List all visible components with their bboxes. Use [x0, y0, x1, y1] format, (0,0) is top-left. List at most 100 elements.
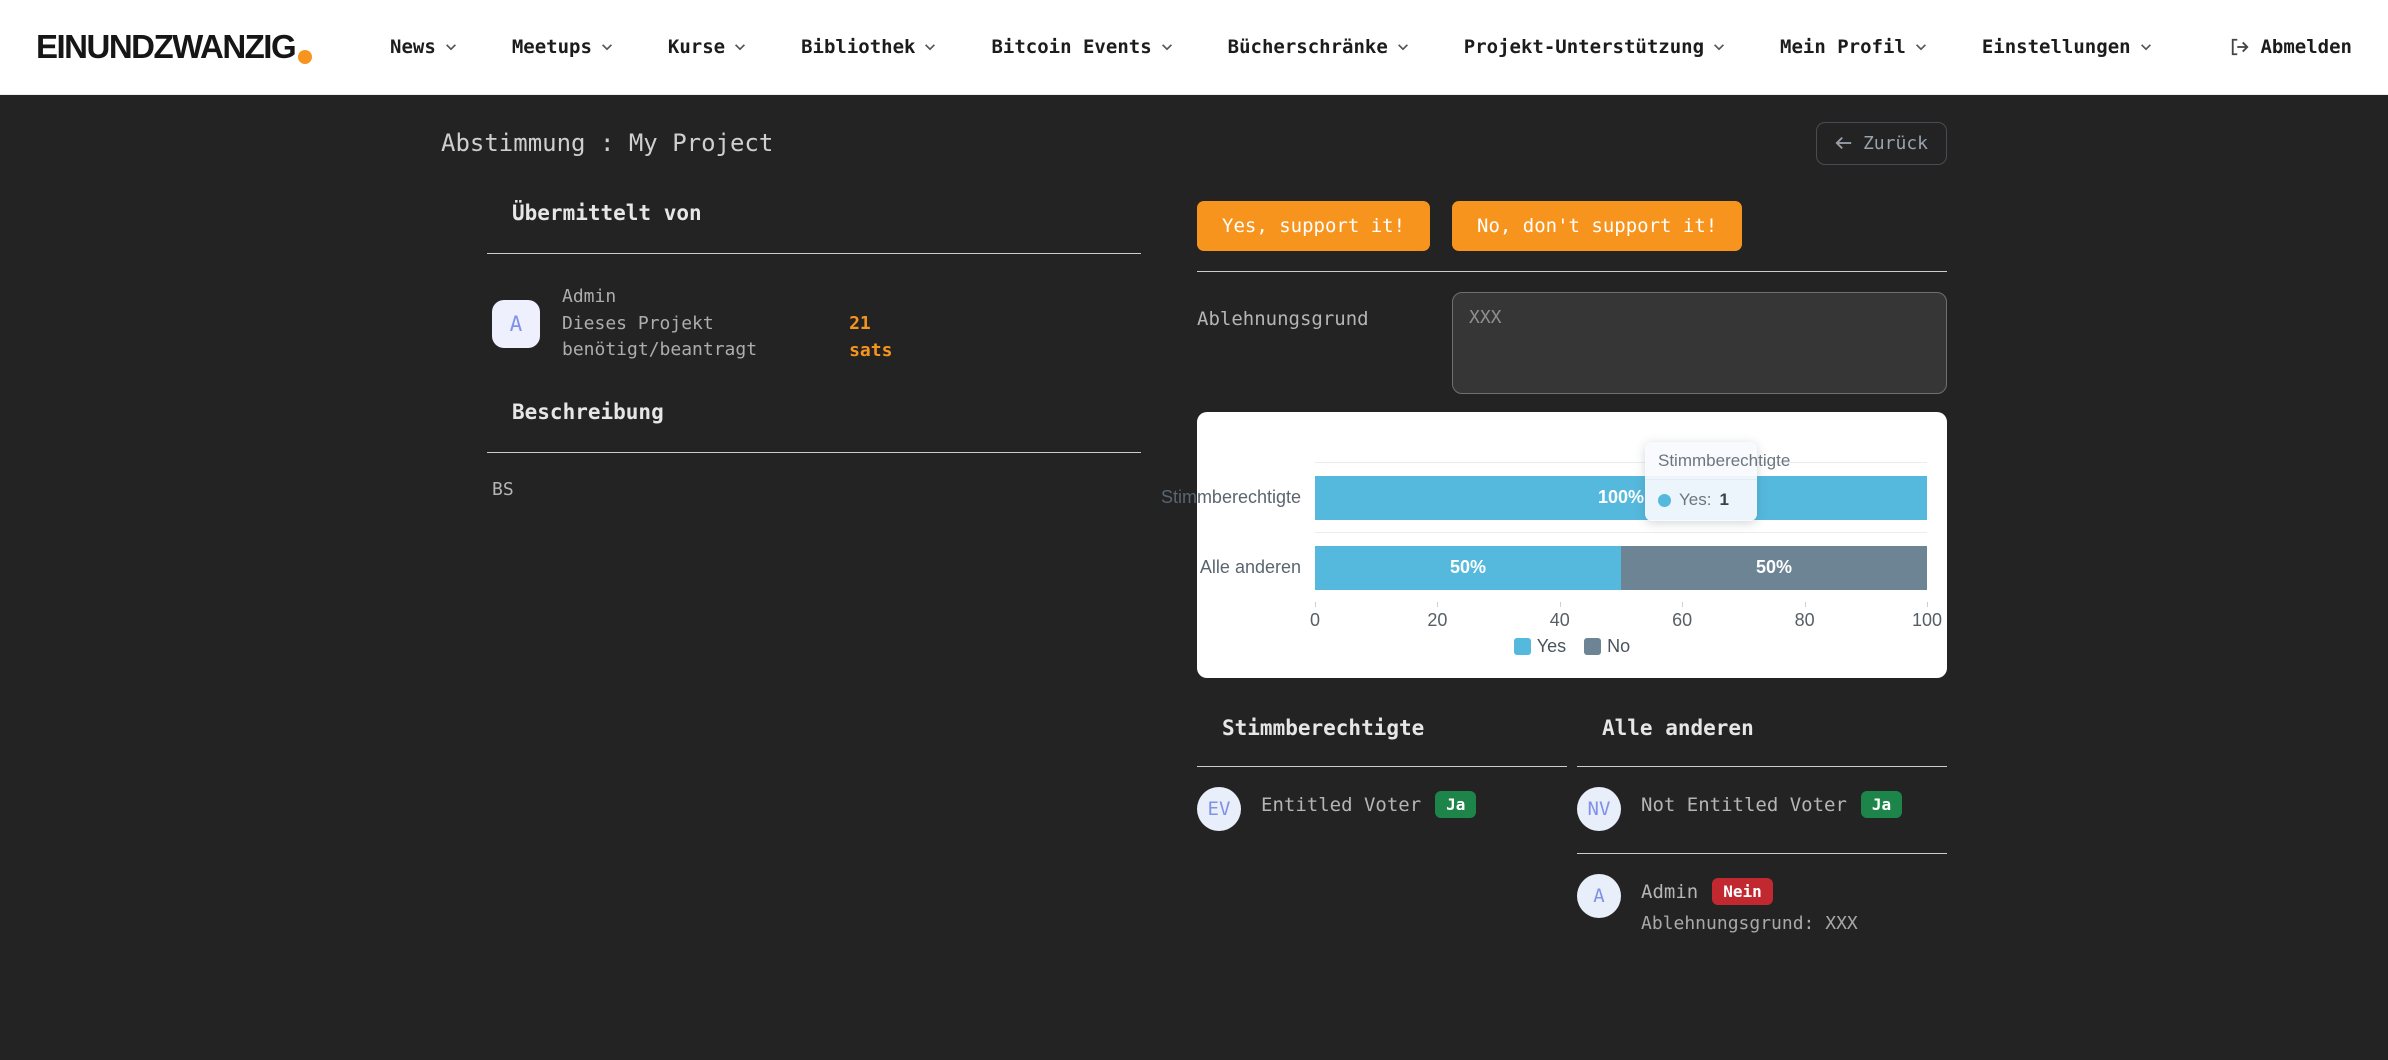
vote-no-button[interactable]: No, don't support it! — [1452, 201, 1742, 251]
voter-name: Entitled Voter — [1261, 794, 1421, 816]
nav-label: Kurse — [668, 36, 725, 58]
chevron-down-icon — [733, 40, 747, 54]
rejection-reason-input[interactable] — [1452, 292, 1947, 394]
avatar: A — [492, 300, 540, 348]
nav-item-kurse[interactable]: Kurse — [668, 36, 747, 58]
divider — [1577, 766, 1947, 767]
chart-tooltip: Stimmberechtigte Yes: 1 — [1645, 442, 1757, 521]
vote-badge-yes: Ja — [1435, 791, 1476, 818]
x-axis-tick: 60 — [1672, 610, 1692, 631]
other-voters-heading: Alle anderen — [1577, 716, 1947, 740]
nav-label: Mein Profil — [1780, 36, 1906, 58]
legend-label: No — [1607, 636, 1630, 657]
tooltip-value: 1 — [1719, 490, 1728, 510]
page-title: Abstimmung : My Project — [441, 129, 773, 157]
chevron-down-icon — [1914, 40, 1928, 54]
vote-yes-button[interactable]: Yes, support it! — [1197, 201, 1430, 251]
top-navbar: EINUNDZWANZIG News Meetups Kurse Bibliot… — [0, 0, 2388, 95]
bar-category-label: Alle anderen — [1197, 532, 1315, 602]
nav-label: Bibliothek — [801, 36, 915, 58]
back-button-label: Zurück — [1863, 133, 1928, 154]
chevron-down-icon — [1396, 40, 1410, 54]
voter-info: Not Entitled Voter Ja — [1641, 787, 1902, 831]
legend-swatch-icon — [1514, 638, 1531, 655]
project-details-panel: Übermittelt von A Admin Dieses Projekt b… — [441, 175, 1141, 956]
logout-label: Abmelden — [2260, 36, 2352, 58]
x-axis-tick: 40 — [1550, 610, 1570, 631]
voter-lists: Stimmberechtigte EV Entitled Voter Ja — [1197, 716, 1947, 956]
nav-item-projekt-unterstuetzung[interactable]: Projekt-Unterstützung — [1464, 36, 1726, 58]
voter-row: EV Entitled Voter Ja — [1197, 787, 1567, 853]
voter-name: Admin — [1641, 881, 1698, 903]
back-arrow-icon — [1835, 136, 1853, 150]
chevron-down-icon — [600, 40, 614, 54]
bar-row-alle-anderen: Alle anderen 50%50% — [1197, 532, 1947, 602]
legend-swatch-icon — [1584, 638, 1601, 655]
rejection-reason-label: Ablehnungsgrund — [1197, 292, 1452, 394]
divider — [1197, 271, 1947, 272]
nav-label: News — [390, 36, 436, 58]
chevron-down-icon — [923, 40, 937, 54]
chevron-down-icon — [444, 40, 458, 54]
chart-legend: Yes No — [1197, 636, 1947, 657]
nav-item-news[interactable]: News — [390, 36, 458, 58]
chevron-down-icon — [1160, 40, 1174, 54]
logout-button[interactable]: Abmelden — [2230, 36, 2352, 58]
amount-value: 21 — [849, 311, 892, 338]
divider — [1197, 766, 1567, 767]
vote-badge-yes: Ja — [1861, 791, 1902, 818]
bar-segment-yes[interactable]: 50% — [1315, 546, 1621, 590]
entitled-voters-column: Stimmberechtigte EV Entitled Voter Ja — [1197, 716, 1567, 956]
submitter-row: A Admin Dieses Projekt benötigt/beantrag… — [492, 284, 1141, 364]
x-axis-tick: 0 — [1310, 610, 1320, 631]
chevron-down-icon — [2139, 40, 2153, 54]
nav-item-meetups[interactable]: Meetups — [512, 36, 614, 58]
avatar: NV — [1577, 787, 1621, 831]
entitled-voters-heading: Stimmberechtigte — [1197, 716, 1567, 740]
nav-item-bibliothek[interactable]: Bibliothek — [801, 36, 937, 58]
voter-info: Entitled Voter Ja — [1261, 787, 1476, 831]
nav-item-bitcoin-events[interactable]: Bitcoin Events — [991, 36, 1173, 58]
x-axis-tick: 80 — [1795, 610, 1815, 631]
nav-label: Einstellungen — [1982, 36, 2131, 58]
legend-item-yes[interactable]: Yes — [1514, 636, 1566, 657]
nav-label: Projekt-Unterstützung — [1464, 36, 1704, 58]
legend-label: Yes — [1537, 636, 1566, 657]
x-axis-tick: 100 — [1912, 610, 1942, 631]
tooltip-title: Stimmberechtigte — [1645, 442, 1757, 480]
tooltip-series-label: Yes: — [1679, 490, 1711, 510]
main-nav: News Meetups Kurse Bibliothek Bitcoin Ev… — [312, 36, 2230, 58]
bar-segment-no[interactable]: 50% — [1621, 546, 1927, 590]
chevron-down-icon — [1712, 40, 1726, 54]
bar-track: 50%50% — [1315, 532, 1927, 602]
divider — [487, 253, 1141, 254]
rejection-reason-row: Ablehnungsgrund — [1197, 292, 1947, 394]
description-heading: Beschreibung — [487, 400, 1141, 424]
vote-badge-no: Nein — [1712, 878, 1773, 905]
logo[interactable]: EINUNDZWANZIG — [36, 28, 312, 66]
logo-orange-dot-icon — [298, 50, 312, 64]
nav-item-mein-profil[interactable]: Mein Profil — [1780, 36, 1928, 58]
rejection-reason-text: Ablehnungsgrund: XXX — [1641, 913, 1858, 934]
legend-item-no[interactable]: No — [1584, 636, 1630, 657]
description-text: BS — [487, 479, 1141, 500]
nav-item-einstellungen[interactable]: Einstellungen — [1982, 36, 2153, 58]
nav-item-buecherschraenke[interactable]: Bücherschränke — [1228, 36, 1410, 58]
tooltip-row: Yes: 1 — [1645, 480, 1757, 521]
requested-amount: 21 sats — [849, 311, 892, 364]
nav-label: Meetups — [512, 36, 592, 58]
title-row: Abstimmung : My Project Zurück — [441, 117, 1947, 169]
submitter-info: Admin Dieses Projekt benötigt/beantragt — [562, 284, 757, 364]
voter-row: A Admin Nein Ablehnungsgrund: XXX — [1577, 874, 1947, 956]
page-content: Abstimmung : My Project Zurück Übermitte… — [0, 95, 2388, 956]
bar-category-label: Stimmberechtigte — [1197, 462, 1315, 532]
amount-unit: sats — [849, 338, 892, 365]
other-voters-column: Alle anderen NV Not Entitled Voter Ja — [1577, 716, 1947, 956]
bar-segment-yes[interactable]: 100% — [1315, 476, 1927, 520]
logo-text: EINUNDZWANZIG — [36, 28, 295, 66]
x-axis: 020406080100 — [1315, 602, 1927, 628]
bar-track: 100% — [1315, 462, 1927, 532]
back-button[interactable]: Zurück — [1816, 122, 1947, 165]
logout-icon — [2230, 37, 2250, 57]
voter-row: NV Not Entitled Voter Ja — [1577, 787, 1947, 854]
